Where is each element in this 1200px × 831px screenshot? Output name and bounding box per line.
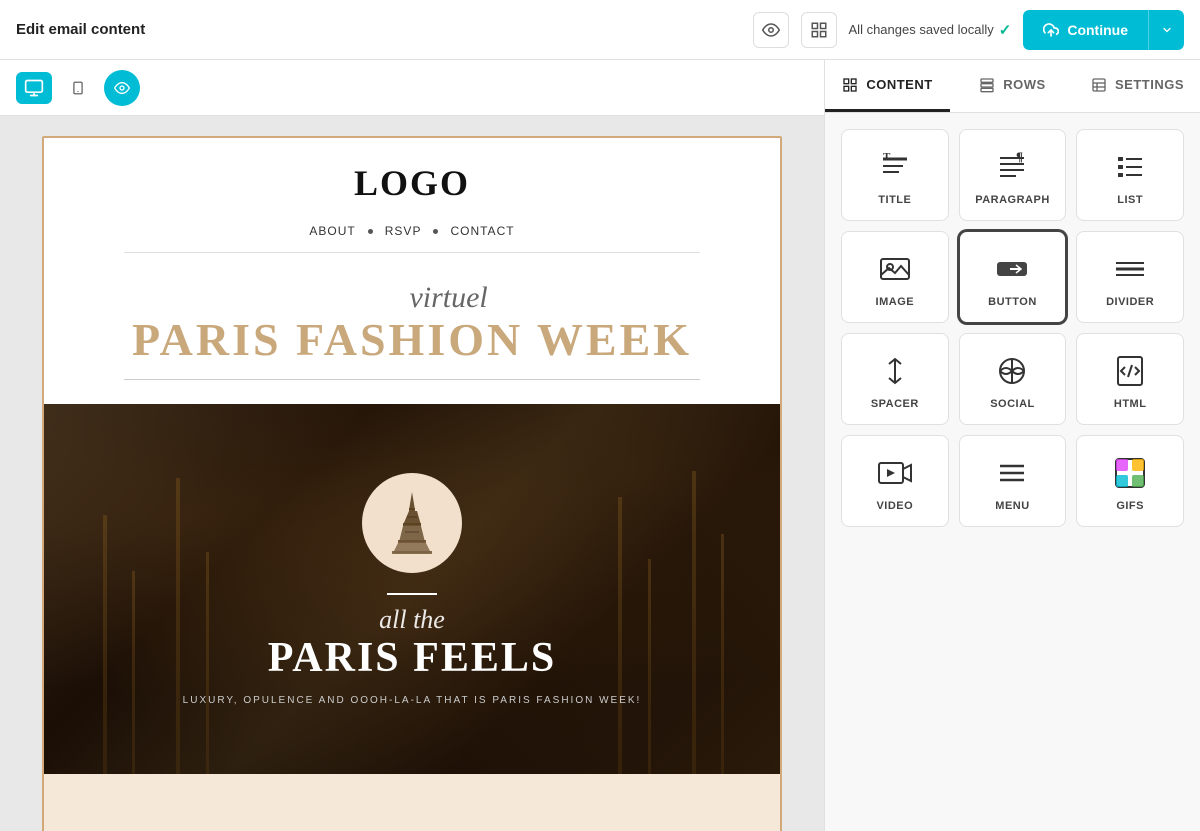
content-item-gifs[interactable]: GIFS bbox=[1076, 435, 1184, 527]
content-item-button[interactable]: BUTTON bbox=[959, 231, 1067, 323]
paris-feels: PARIS FEELS bbox=[268, 637, 556, 679]
html-icon bbox=[1112, 352, 1148, 390]
desktop-view-btn[interactable] bbox=[16, 72, 52, 104]
continue-dropdown-btn[interactable] bbox=[1148, 10, 1184, 50]
content-item-list[interactable]: LIST bbox=[1076, 129, 1184, 221]
saved-status: All changes saved locally ✓ bbox=[849, 21, 1012, 39]
email-nav: ABOUT RSVP CONTACT bbox=[84, 224, 740, 238]
dark-divider bbox=[387, 593, 437, 595]
menu-label: MENU bbox=[995, 500, 1029, 512]
continue-button[interactable]: Continue bbox=[1023, 10, 1148, 50]
mobile-icon bbox=[71, 78, 85, 98]
svg-text:¶: ¶ bbox=[1016, 149, 1023, 164]
svg-text:T: T bbox=[883, 151, 891, 163]
list-icon bbox=[1112, 148, 1148, 186]
tab-content[interactable]: CONTENT bbox=[825, 60, 950, 112]
main-layout: LOGO ABOUT RSVP CONTACT virtuel PARIS FA… bbox=[0, 60, 1200, 831]
luxury-text: LUXURY, OPULENCE AND OOOH-LA-LA THAT IS … bbox=[143, 695, 682, 706]
preview-icon-btn[interactable] bbox=[753, 12, 789, 48]
page-title: Edit email content bbox=[16, 21, 741, 38]
nav-dot-1 bbox=[368, 229, 373, 234]
dark-section: all the PARIS FEELS LUXURY, OPULENCE AND… bbox=[44, 404, 780, 774]
check-icon: ✓ bbox=[999, 21, 1012, 39]
video-icon bbox=[877, 454, 913, 492]
image-icon bbox=[877, 250, 913, 288]
content-item-video[interactable]: VIDEO bbox=[841, 435, 949, 527]
email-header-divider bbox=[124, 252, 700, 253]
spacer-icon bbox=[877, 352, 913, 390]
social-label: SOCIAL bbox=[990, 398, 1035, 410]
content-tab-icon bbox=[842, 77, 858, 93]
social-icon bbox=[994, 352, 1030, 390]
event-title-section: virtuel PARIS FASHION WEEK bbox=[44, 269, 780, 404]
settings-tab-icon bbox=[1091, 77, 1107, 93]
tab-settings[interactable]: SETTINGS bbox=[1075, 60, 1200, 112]
title-label: TITLE bbox=[878, 194, 911, 206]
content-grid: T TITLE ¶ bbox=[841, 129, 1184, 527]
desktop-icon bbox=[24, 78, 44, 98]
title-icon: T bbox=[877, 148, 913, 186]
panel-content: T TITLE ¶ bbox=[825, 113, 1200, 831]
paragraph-icon: ¶ bbox=[994, 148, 1030, 186]
header: Edit email content All changes saved loc… bbox=[0, 0, 1200, 60]
spacer-label: SPACER bbox=[871, 398, 919, 410]
grid-view-btn[interactable] bbox=[801, 12, 837, 48]
all-the-text: all the bbox=[379, 605, 445, 635]
canvas-area: LOGO ABOUT RSVP CONTACT virtuel PARIS FA… bbox=[0, 60, 824, 831]
paris-fashion-week: PARIS FASHION WEEK bbox=[84, 317, 740, 363]
eiffel-circle bbox=[362, 473, 462, 573]
button-icon bbox=[994, 250, 1030, 288]
upload-icon bbox=[1043, 22, 1059, 38]
content-item-paragraph[interactable]: ¶ PARAGRAPH bbox=[959, 129, 1067, 221]
rows-tab-icon bbox=[979, 77, 995, 93]
button-label: BUTTON bbox=[988, 296, 1037, 308]
content-item-html[interactable]: HTML bbox=[1076, 333, 1184, 425]
email-logo-section: LOGO ABOUT RSVP CONTACT bbox=[44, 138, 780, 269]
list-label: LIST bbox=[1117, 194, 1143, 206]
content-item-image[interactable]: IMAGE bbox=[841, 231, 949, 323]
chevron-down-icon bbox=[1161, 24, 1173, 36]
email-logo: LOGO bbox=[84, 162, 740, 204]
candles-decor bbox=[44, 404, 780, 774]
eiffel-tower-icon bbox=[387, 490, 437, 555]
event-divider bbox=[124, 379, 700, 380]
content-item-menu[interactable]: MENU bbox=[959, 435, 1067, 527]
email-preview: LOGO ABOUT RSVP CONTACT virtuel PARIS FA… bbox=[42, 136, 782, 831]
menu-icon bbox=[994, 454, 1030, 492]
content-item-title[interactable]: T TITLE bbox=[841, 129, 949, 221]
gifs-label: GIFS bbox=[1116, 500, 1144, 512]
content-item-social[interactable]: SOCIAL bbox=[959, 333, 1067, 425]
header-actions: All changes saved locally ✓ Continue bbox=[753, 10, 1184, 50]
eye-preview-btn[interactable] bbox=[104, 70, 140, 106]
nav-dot-2 bbox=[433, 229, 438, 234]
video-label: VIDEO bbox=[876, 500, 913, 512]
panel-tabs: CONTENT ROWS SETTINGS bbox=[825, 60, 1200, 113]
grid-icon bbox=[810, 21, 828, 39]
mobile-view-btn[interactable] bbox=[60, 72, 96, 104]
canvas-toolbar bbox=[0, 60, 824, 116]
html-label: HTML bbox=[1114, 398, 1147, 410]
divider-icon bbox=[1112, 250, 1148, 288]
eye-icon bbox=[762, 21, 780, 39]
tab-rows[interactable]: ROWS bbox=[950, 60, 1075, 112]
virtuel-text: virtuel bbox=[409, 281, 487, 315]
gifs-icon bbox=[1112, 454, 1148, 492]
nav-rsvp: RSVP bbox=[385, 224, 422, 238]
canvas-scroll[interactable]: LOGO ABOUT RSVP CONTACT virtuel PARIS FA… bbox=[0, 116, 824, 831]
nav-about: ABOUT bbox=[309, 224, 355, 238]
nav-contact: CONTACT bbox=[450, 224, 514, 238]
divider-label: DIVIDER bbox=[1106, 296, 1154, 308]
content-item-divider[interactable]: DIVIDER bbox=[1076, 231, 1184, 323]
eye-icon bbox=[114, 80, 130, 96]
paragraph-label: PARAGRAPH bbox=[975, 194, 1050, 206]
continue-wrapper: Continue bbox=[1023, 10, 1184, 50]
right-panel: CONTENT ROWS SETTINGS bbox=[824, 60, 1200, 831]
content-item-spacer[interactable]: SPACER bbox=[841, 333, 949, 425]
image-label: IMAGE bbox=[876, 296, 915, 308]
